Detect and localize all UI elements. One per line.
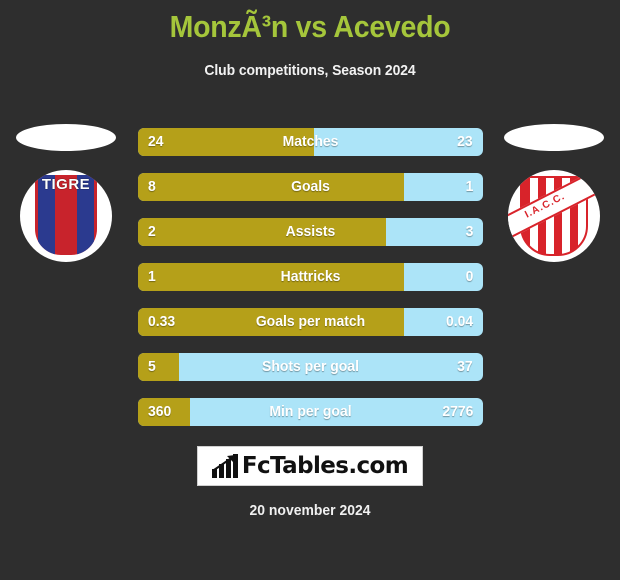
stat-away-value: 23 bbox=[457, 133, 473, 150]
stat-bar: 5 Shots per goal 37 bbox=[138, 353, 483, 381]
stat-label: Matches bbox=[282, 133, 339, 150]
infographic-canvas: MonzÃ³n vs Acevedo Club competitions, Se… bbox=[0, 0, 620, 580]
home-team-logo: TIGRE bbox=[7, 118, 125, 298]
stat-bar: 24 Matches 23 bbox=[138, 128, 483, 156]
page-subtitle: Club competitions, Season 2024 bbox=[204, 62, 416, 79]
stat-label: Assists bbox=[285, 223, 336, 240]
stat-label: Min per goal bbox=[269, 403, 352, 420]
stat-bar: 1 Hattricks 0 bbox=[138, 263, 483, 291]
home-team-name: TIGRE bbox=[41, 176, 91, 193]
away-team-logo: I.A.C.C. bbox=[495, 118, 613, 298]
fctables-logo: FcTables.com bbox=[197, 446, 423, 486]
away-team-badge: I.A.C.C. bbox=[508, 170, 600, 262]
home-logo-ellipse bbox=[16, 124, 116, 151]
stat-label: Shots per goal bbox=[262, 358, 359, 375]
stat-away-value: 37 bbox=[457, 358, 473, 375]
stat-away-value: 1 bbox=[465, 178, 473, 195]
stat-away-value: 0 bbox=[465, 268, 473, 285]
stat-bar: 2 Assists 3 bbox=[138, 218, 483, 246]
bar-chart-arrow-icon bbox=[211, 454, 238, 478]
stat-label: Goals per match bbox=[255, 313, 366, 330]
report-date: 20 november 2024 bbox=[249, 502, 371, 519]
stat-label: Hattricks bbox=[280, 268, 341, 285]
stat-bar: 360 Min per goal 2776 bbox=[138, 398, 483, 426]
stat-away-value: 3 bbox=[465, 223, 473, 240]
page-title: MonzÃ³n vs Acevedo bbox=[169, 9, 451, 44]
stat-away-value: 2776 bbox=[441, 403, 473, 420]
stat-bar: 0.33 Goals per match 0.04 bbox=[138, 308, 483, 336]
stat-label: Goals bbox=[291, 178, 330, 195]
stat-away-value: 0.04 bbox=[445, 313, 473, 330]
stats-bar-list: 24 Matches 23 8 Goals 1 2 Assists 3 1 Hattricks 0 0.… bbox=[138, 128, 483, 443]
stat-bar: 8 Goals 1 bbox=[138, 173, 483, 201]
away-logo-ellipse bbox=[504, 124, 604, 151]
fctables-brand-text: FcTables.com bbox=[241, 453, 409, 479]
home-team-badge: TIGRE bbox=[20, 170, 112, 262]
